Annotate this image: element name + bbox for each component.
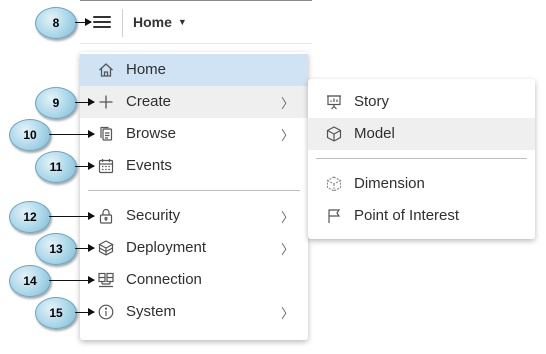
chevron-right-icon: 〉 <box>280 242 294 257</box>
create-submenu: Story Model Dimension Point of Interest <box>308 79 535 239</box>
cube-icon <box>326 126 342 142</box>
chevron-right-icon: 〉 <box>280 128 294 143</box>
current-page-dropdown[interactable]: Home ▼ <box>133 14 187 30</box>
topbar-separator <box>122 9 123 37</box>
callout-arrow <box>75 18 92 26</box>
menu-item-label: Events <box>126 157 172 174</box>
info-icon <box>98 304 114 320</box>
menu-item-label: Security <box>126 207 181 224</box>
callout-badge: 8 <box>35 7 77 39</box>
menu-item-deployment[interactable]: Deployment 〉 <box>80 232 308 264</box>
menu-divider <box>88 190 300 191</box>
menu-item-security[interactable]: Security 〉 <box>80 200 308 232</box>
cube-network-icon <box>98 240 114 256</box>
chevron-right-icon: 〉 <box>280 96 294 111</box>
lock-icon <box>98 208 114 224</box>
callout-badge: 13 <box>35 233 77 265</box>
callout-badge: 12 <box>9 201 51 233</box>
submenu-divider <box>316 158 527 159</box>
home-icon <box>98 62 114 78</box>
callout-arrow <box>49 276 95 284</box>
menu-item-label: Home <box>126 61 167 78</box>
menu-item-create[interactable]: Create 〉 <box>80 86 308 118</box>
menu-item-home[interactable]: Home <box>80 54 308 86</box>
submenu-item-label: Story <box>354 93 390 110</box>
menu-item-label: Deployment <box>126 239 207 256</box>
menu-item-label: Create <box>126 93 172 110</box>
callout-arrow <box>49 130 95 138</box>
submenu-item-dimension[interactable]: Dimension <box>308 168 535 200</box>
menu-item-label: Browse <box>126 125 177 142</box>
caret-down-icon: ▼ <box>177 17 187 27</box>
callout-badge: 11 <box>35 151 77 183</box>
callout-arrow <box>75 308 95 316</box>
hamburger-icon[interactable] <box>93 13 111 31</box>
callout-badge: 9 <box>35 87 77 119</box>
callout-badge: 10 <box>9 119 51 151</box>
submenu-item-model[interactable]: Model <box>308 118 535 150</box>
connection-icon <box>98 272 114 288</box>
submenu-item-label: Dimension <box>354 175 425 192</box>
presentation-icon <box>326 94 342 110</box>
topbar-top-border <box>80 0 312 1</box>
submenu-item-label: Model <box>354 125 395 142</box>
submenu-item-label: Point of Interest <box>354 207 460 224</box>
submenu-item-story[interactable]: Story <box>308 86 535 118</box>
callout-arrow <box>49 212 95 220</box>
menu-item-label: System <box>126 303 177 320</box>
flag-icon <box>326 208 342 224</box>
menu-item-label: Connection <box>126 271 202 288</box>
callout-arrow <box>75 98 95 106</box>
callout-badge: 15 <box>35 297 77 329</box>
callout-arrow <box>75 162 95 170</box>
menu-item-system[interactable]: System 〉 <box>80 296 308 328</box>
menu-item-events[interactable]: Events <box>80 150 308 182</box>
calendar-icon <box>98 158 114 174</box>
navigation-menu: Home Create 〉 Browse 〉 Events Security 〉… <box>80 52 308 340</box>
menu-item-connection[interactable]: Connection <box>80 264 308 296</box>
submenu-item-point-of-interest[interactable]: Point of Interest <box>308 200 535 232</box>
chevron-right-icon: 〉 <box>280 210 294 225</box>
files-icon <box>98 126 114 142</box>
dimension-icon <box>326 176 342 192</box>
current-page-label: Home <box>133 14 172 30</box>
callout-arrow <box>75 244 95 252</box>
menu-item-browse[interactable]: Browse 〉 <box>80 118 308 150</box>
chevron-right-icon: 〉 <box>280 306 294 321</box>
topbar-bottom-border <box>80 43 312 44</box>
plus-icon <box>98 94 114 110</box>
callout-badge: 14 <box>9 265 51 297</box>
